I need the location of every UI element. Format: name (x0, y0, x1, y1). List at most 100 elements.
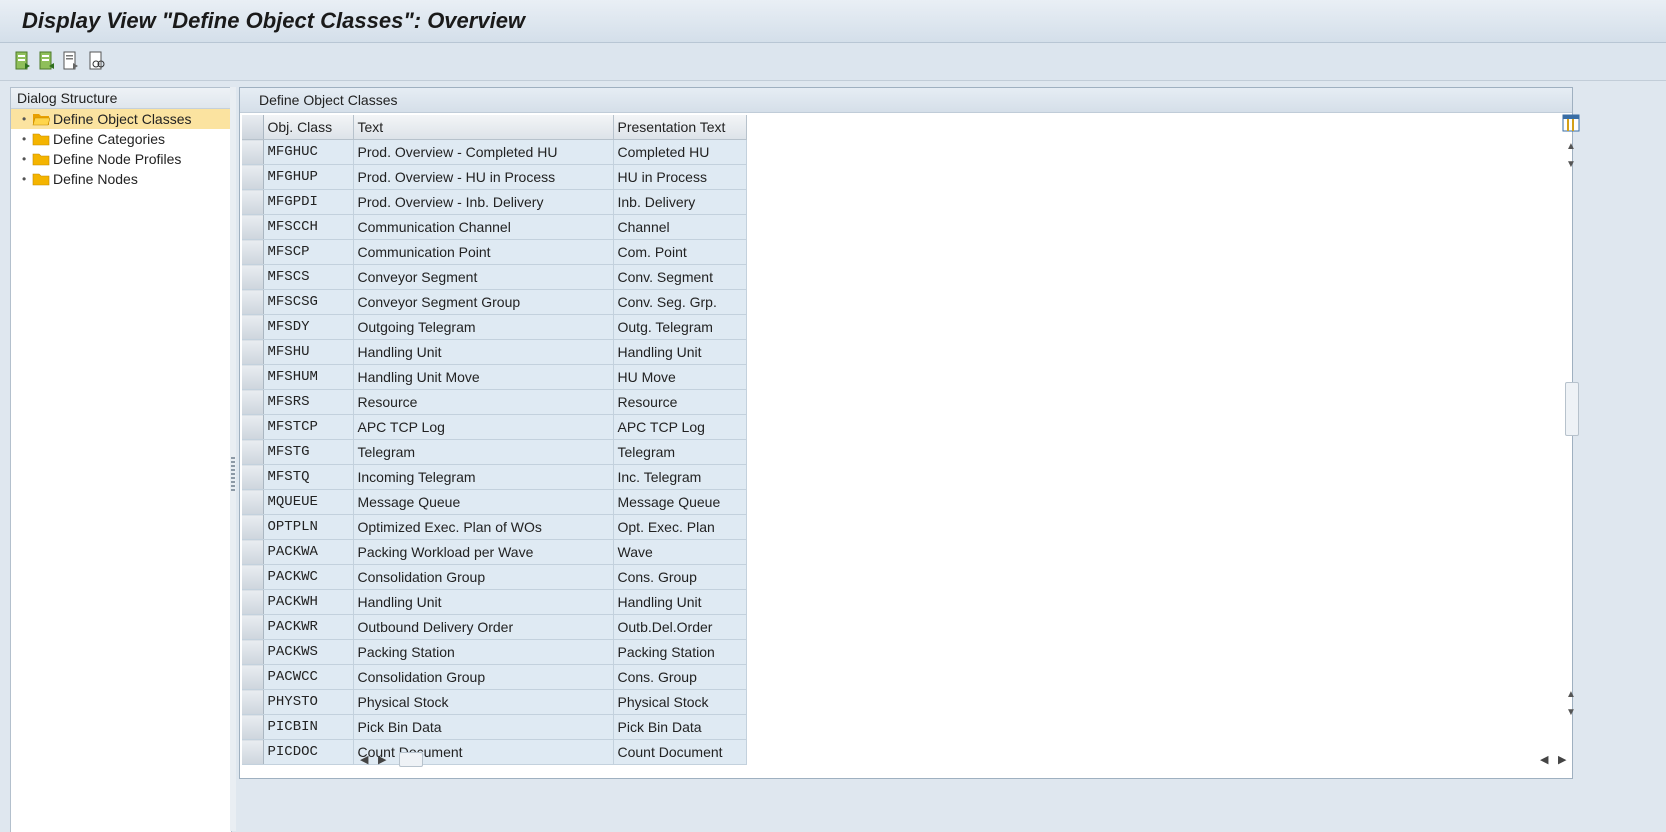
table-row[interactable]: MFGHUP Prod. Overview - HU in Process HU i… (242, 164, 747, 190)
table-row[interactable]: MFSCP Communication Point Com. Point (242, 239, 747, 265)
scroll-right-icon[interactable]: ▶ (378, 753, 386, 766)
scroll-left-icon[interactable]: ◀ (360, 753, 368, 766)
row-selector[interactable] (242, 489, 264, 515)
export-button[interactable] (12, 49, 34, 73)
row-selector[interactable] (242, 214, 264, 240)
row-selector[interactable] (242, 389, 264, 415)
table-row[interactable]: MFSCSG Conveyor Segment Group Conv. Seg. G… (242, 289, 747, 315)
page-down-icon[interactable]: ▼ (1566, 708, 1576, 718)
row-selector[interactable] (242, 264, 264, 290)
row-selector[interactable] (242, 289, 264, 315)
row-selector[interactable] (242, 589, 264, 615)
row-selector[interactable] (242, 464, 264, 490)
table-row[interactable]: MFSTCP APC TCP Log APC TCP Log (242, 414, 747, 440)
row-selector[interactable] (242, 614, 264, 640)
scroll-down-icon[interactable]: ▼ (1566, 160, 1576, 170)
cell-presentation-text: Conv. Seg. Grp. (613, 289, 747, 315)
panel-splitter[interactable] (230, 87, 236, 831)
tree-item[interactable]: • Define Object Classes (11, 109, 231, 129)
cell-presentation-text: Handling Unit (613, 339, 747, 365)
cell-presentation-text: Opt. Exec. Plan (613, 514, 747, 540)
page-title: Display View "Define Object Classes": Ov… (22, 8, 526, 33)
select-all-cell[interactable] (242, 115, 264, 140)
horizontal-scroll-thumb[interactable] (399, 752, 423, 767)
row-selector[interactable] (242, 514, 264, 540)
cell-presentation-text: Cons. Group (613, 664, 747, 690)
row-selector[interactable] (242, 339, 264, 365)
row-selector[interactable] (242, 314, 264, 340)
cell-presentation-text: Wave (613, 539, 747, 565)
column-header-obj-class[interactable]: Obj. Class (263, 115, 354, 140)
table-row[interactable]: MQUEUE Message Queue Message Queue (242, 489, 747, 515)
table-row[interactable]: MFSHUM Handling Unit Move HU Move (242, 364, 747, 390)
row-selector[interactable] (242, 139, 264, 165)
table-row[interactable]: MFSTG Telegram Telegram (242, 439, 747, 465)
row-selector[interactable] (242, 714, 264, 740)
table-panel-header: Define Object Classes (240, 88, 1572, 113)
cell-obj-class: MFSCP (263, 239, 354, 265)
table-row[interactable]: MFSDY Outgoing Telegram Outg. Telegram (242, 314, 747, 340)
column-header-presentation-text[interactable]: Presentation Text (613, 115, 747, 140)
cell-obj-class: PACKWA (263, 539, 354, 565)
table-row[interactable]: MFGHUC Prod. Overview - Completed HU Compl… (242, 139, 747, 165)
row-selector[interactable] (242, 689, 264, 715)
page-up-icon[interactable]: ▲ (1566, 690, 1576, 700)
cell-text: Communication Point (353, 239, 614, 265)
row-selector[interactable] (242, 664, 264, 690)
table-row[interactable]: MFSTQ Incoming Telegram Inc. Telegram (242, 464, 747, 490)
tree-item[interactable]: • Define Node Profiles (11, 149, 231, 169)
document-button[interactable] (60, 49, 82, 73)
row-selector[interactable] (242, 189, 264, 215)
cell-presentation-text: HU Move (613, 364, 747, 390)
row-selector[interactable] (242, 239, 264, 265)
row-selector[interactable] (242, 164, 264, 190)
column-header-text[interactable]: Text (353, 115, 614, 140)
row-selector[interactable] (242, 564, 264, 590)
row-selector[interactable] (242, 639, 264, 665)
table-row[interactable]: MFGPDI Prod. Overview - Inb. Delivery Inb.… (242, 189, 747, 215)
cell-obj-class: PACWCC (263, 664, 354, 690)
splitter-grip-icon[interactable] (231, 457, 235, 491)
import-button[interactable] (36, 49, 58, 73)
row-selector[interactable] (242, 364, 264, 390)
row-selector[interactable] (242, 739, 264, 765)
table-title: Define Object Classes (259, 92, 398, 108)
scroll-up-icon[interactable]: ▲ (1566, 142, 1576, 152)
row-selector[interactable] (242, 414, 264, 440)
row-selector[interactable] (242, 539, 264, 565)
cell-obj-class: MFSCCH (263, 214, 354, 240)
tree-bullet-icon: • (22, 152, 27, 166)
tree-item[interactable]: • Define Nodes (11, 169, 231, 189)
scroll-far-left-icon[interactable]: ◀ (1540, 753, 1548, 766)
cell-obj-class: PHYSTO (263, 689, 354, 715)
tree-item[interactable]: • Define Categories (11, 129, 231, 149)
cell-text: Outbound Delivery Order (353, 614, 614, 640)
scroll-far-right-icon[interactable]: ▶ (1558, 753, 1566, 766)
cell-text: Packing Station (353, 639, 614, 665)
table-row[interactable]: PACKWR Outbound Delivery Order Outb.Del.Or… (242, 614, 747, 640)
cell-obj-class: MFSTQ (263, 464, 354, 490)
cell-obj-class: MQUEUE (263, 489, 354, 515)
cell-obj-class: MFSHUM (263, 364, 354, 390)
table-row[interactable]: MFSCS Conveyor Segment Conv. Segment (242, 264, 747, 290)
cell-obj-class: MFSTG (263, 439, 354, 465)
horizontal-scrollbar[interactable]: ◀ ▶ ◀ ▶ (360, 750, 1572, 768)
table-row[interactable]: MFSHU Handling Unit Handling Unit (242, 339, 747, 365)
cell-presentation-text: Pick Bin Data (613, 714, 747, 740)
cell-text: APC TCP Log (353, 414, 614, 440)
table-row[interactable]: PACKWA Packing Workload per Wave Wave (242, 539, 747, 565)
table-row[interactable]: PHYSTO Physical Stock Physical Stock (242, 689, 747, 715)
table-row[interactable]: PICBIN Pick Bin Data Pick Bin Data (242, 714, 747, 740)
table-row[interactable]: PACKWS Packing Station Packing Station (242, 639, 747, 665)
table-row[interactable]: OPTPLN Optimized Exec. Plan of WOs Opt. Ex… (242, 514, 747, 540)
vertical-scroll-thumb[interactable] (1565, 382, 1579, 436)
table-row[interactable]: PACWCC Consolidation Group Cons. Group (242, 664, 747, 690)
table-row[interactable]: PACKWH Handling Unit Handling Unit (242, 589, 747, 615)
dialog-tree: • Define Object Classes • Define Categories… (11, 109, 231, 189)
table-row[interactable]: MFSCCH Communication Channel Channel (242, 214, 747, 240)
table-row[interactable]: MFSRS Resource Resource (242, 389, 747, 415)
row-selector[interactable] (242, 439, 264, 465)
table-row[interactable]: PACKWC Consolidation Group Cons. Group (242, 564, 747, 590)
find-button[interactable] (86, 49, 108, 73)
vertical-scrollbar[interactable]: ▲ ▼ ▲ ▼ (1562, 114, 1580, 734)
